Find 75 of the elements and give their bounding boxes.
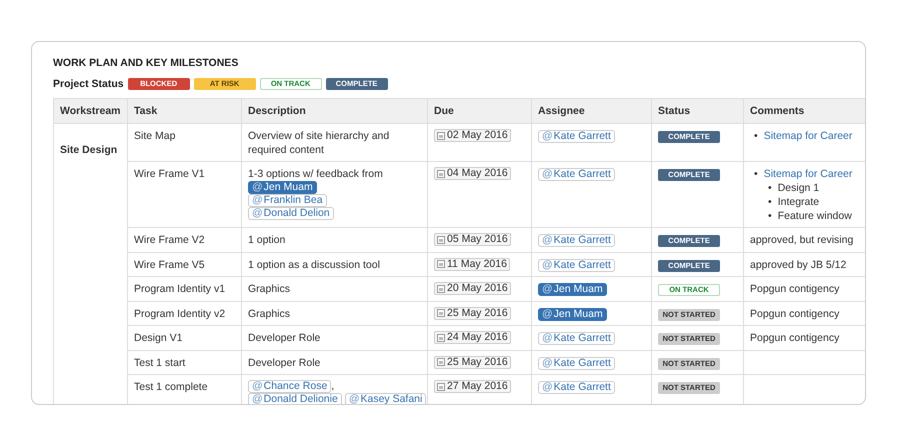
task-cell: Site Map xyxy=(128,124,242,162)
description-text: Developer Role xyxy=(248,331,322,345)
mention-tag[interactable]: @Kate Garrett xyxy=(538,130,615,143)
date-lozenge: 27 May 2016 xyxy=(434,380,511,393)
comment-text: Feature window xyxy=(778,209,852,223)
description-text: Graphics xyxy=(248,282,292,296)
comment-text: approved, but revising xyxy=(750,234,854,246)
date-lozenge: 25 May 2016 xyxy=(434,356,511,368)
mention-tag[interactable]: @Kate Garrett xyxy=(538,332,615,345)
task-cell: Wire Frame V5 xyxy=(128,252,242,276)
task-cell: Design V1 xyxy=(128,326,242,350)
mention-tag[interactable]: @Kate Garrett xyxy=(538,168,615,181)
task-cell: Program Identity v2 xyxy=(128,301,242,326)
column-header: Status xyxy=(652,98,744,124)
date-lozenge: 11 May 2016 xyxy=(434,258,510,270)
mention-tag[interactable]: @Donald Delionie xyxy=(248,393,342,404)
mention-tag[interactable]: @Chance Rose xyxy=(248,380,332,393)
column-header: Task xyxy=(128,98,242,124)
column-header: Assignee xyxy=(532,98,652,124)
mention-tag[interactable]: @Donald Delion xyxy=(248,207,334,220)
column-header: Workstream xyxy=(54,98,128,124)
comment-text: approved by JB 5/12 xyxy=(750,258,846,270)
task-cell: Test 1 start xyxy=(128,350,242,374)
mention-tag[interactable]: @Jen Muam xyxy=(538,308,607,320)
column-header: Description xyxy=(242,98,428,124)
comment-text: Design 1 xyxy=(778,181,820,195)
page-link[interactable]: Sitemap for Career xyxy=(764,129,852,143)
column-header: Comments xyxy=(744,98,865,124)
description-text: Overview of site hierarchy and required content xyxy=(248,129,390,157)
comment-text: Popgun contigency xyxy=(750,283,840,295)
date-lozenge: 02 May 2016 xyxy=(434,129,511,142)
mention-tag[interactable]: @Kate Garrett xyxy=(538,381,615,394)
bullet-text: • xyxy=(768,195,772,209)
workstream-cell: Site Design xyxy=(54,124,128,404)
date-lozenge: 24 May 2016 xyxy=(434,331,511,344)
calendar-icon xyxy=(437,132,445,140)
calendar-icon xyxy=(437,260,445,268)
status-label: Project Status xyxy=(53,78,124,90)
date-lozenge: 20 May 2016 xyxy=(434,282,511,295)
mention-tag[interactable]: @Jen Muam xyxy=(248,181,317,194)
comment-text: Popgun contigency xyxy=(750,308,840,320)
task-cell: Wire Frame V2 xyxy=(128,228,242,252)
task-cell: Wire Frame V1 xyxy=(128,162,242,228)
mention-tag[interactable]: @Kate Garrett xyxy=(538,234,615,247)
description-text: Graphics xyxy=(248,306,292,320)
bullet-text: • xyxy=(768,209,772,223)
bullet-text: • xyxy=(754,129,758,143)
column-header: Due xyxy=(428,98,532,124)
mention-tag[interactable]: @Kate Garrett xyxy=(538,258,615,272)
section-title: WORK PLAN AND KEY MILESTONES xyxy=(53,57,238,69)
comment-text: Integrate xyxy=(778,195,820,209)
mention-tag[interactable]: @Kate Garrett xyxy=(538,356,615,370)
calendar-icon xyxy=(437,382,445,390)
date-lozenge: 05 May 2016 xyxy=(434,233,511,246)
calendar-icon xyxy=(437,284,445,292)
calendar-icon xyxy=(437,170,445,178)
comment-text: Popgun contigency xyxy=(750,332,840,344)
mention-tag[interactable]: @Franklin Bea xyxy=(248,194,327,207)
date-lozenge: 25 May 2016 xyxy=(434,306,511,320)
date-lozenge: 04 May 2016 xyxy=(434,167,511,180)
bullet-text: • xyxy=(768,181,772,195)
calendar-icon xyxy=(437,334,445,342)
calendar-icon xyxy=(437,358,445,366)
description-text: Developer Role xyxy=(248,356,322,370)
mention-tag[interactable]: @Jen Muam xyxy=(538,283,607,296)
task-cell: Program Identity v1 xyxy=(128,276,242,301)
mention-tag[interactable]: @Kasey Safani xyxy=(344,393,426,404)
description-text: 1 option xyxy=(248,233,286,247)
description-text: 1 option as a discussion tool xyxy=(248,258,381,272)
calendar-icon xyxy=(437,236,445,244)
description-text: 1-3 options w/ feedback from xyxy=(248,167,384,181)
bullet-text: • xyxy=(754,167,758,181)
separator-text: , xyxy=(331,380,334,392)
calendar-icon xyxy=(437,309,445,317)
page-link[interactable]: Sitemap for Career xyxy=(764,167,852,181)
